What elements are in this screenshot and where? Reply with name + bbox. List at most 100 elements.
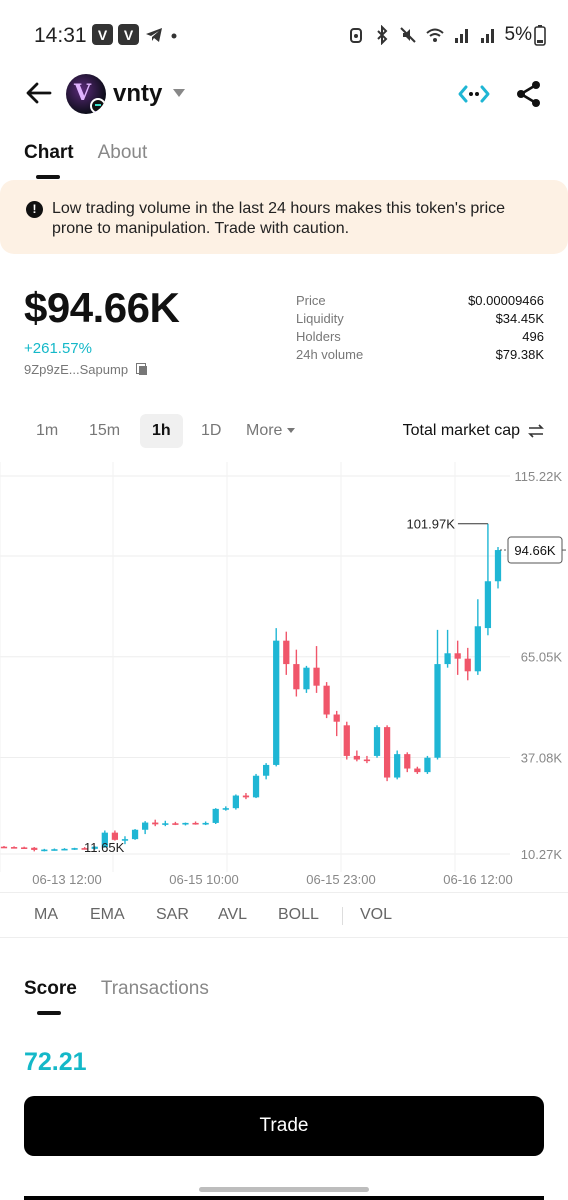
- tab-score[interactable]: Score: [24, 978, 77, 1015]
- candle-body: [444, 653, 451, 665]
- candle-body: [494, 550, 502, 582]
- candle-body: [323, 685, 330, 715]
- token-stats: Price $0.00009466 Liquidity $34.45K Holder…: [296, 293, 544, 365]
- current-price-label: 94.66K: [514, 543, 556, 558]
- market-cap-toggle[interactable]: Total market cap: [403, 414, 544, 448]
- system-status: 5%: [347, 24, 546, 46]
- warning-icon: !: [26, 201, 43, 218]
- timeframe-1d[interactable]: 1D: [189, 414, 233, 448]
- warning-text: Low trading volume in the last 24 hours …: [52, 200, 506, 237]
- token-avatar: V: [66, 74, 106, 114]
- tab-chart[interactable]: Chart: [24, 142, 74, 179]
- x-tick-label: 06-15 10:00: [169, 872, 238, 887]
- signal-icon: [454, 29, 468, 43]
- timeframe-1m[interactable]: 1m: [24, 414, 70, 448]
- tab-about[interactable]: About: [98, 142, 148, 164]
- token-dropdown-icon[interactable]: [173, 89, 185, 97]
- stat-row: Price $0.00009466: [296, 293, 544, 311]
- contract-address-text: 9Zp9zE...Sapump: [24, 362, 129, 377]
- candle-body: [404, 754, 411, 769]
- stat-row: 24h volume $79.38K: [296, 347, 544, 365]
- trade-button-shadow: [24, 1196, 544, 1200]
- solana-chain-icon: [90, 98, 106, 114]
- app-badge-icon: V: [118, 24, 139, 45]
- tab-transactions[interactable]: Transactions: [101, 978, 209, 1000]
- candle-body: [474, 626, 481, 672]
- back-arrow-icon[interactable]: [24, 78, 54, 108]
- candle-body: [313, 667, 320, 686]
- candle-body: [434, 664, 441, 758]
- candle-body: [222, 808, 229, 810]
- low-volume-warning: ! Low trading volume in the last 24 hour…: [0, 180, 568, 254]
- token-header: V vnty: [0, 70, 568, 120]
- indicator-boll[interactable]: BOLL: [278, 906, 319, 924]
- stat-label: 24h volume: [296, 347, 364, 362]
- candle-body: [0, 846, 8, 849]
- candle-body: [252, 775, 260, 798]
- status-bar: 14:31 V V 5%: [0, 0, 568, 70]
- candle-body: [394, 754, 401, 778]
- candle-body: [333, 714, 340, 722]
- high-price-label: 101.97K: [406, 517, 455, 532]
- candle-body: [232, 795, 240, 809]
- indicator-avl[interactable]: AVL: [218, 906, 247, 924]
- stat-row: Holders 496: [296, 329, 544, 347]
- candle-body: [424, 757, 431, 773]
- timeframe-more-label: More: [246, 422, 283, 439]
- link-icon[interactable]: [458, 82, 490, 106]
- candle-body: [303, 667, 310, 690]
- app-badge-icon: V: [92, 24, 113, 45]
- wifi-icon: [425, 28, 444, 42]
- stat-value: $0.00009466: [468, 293, 544, 308]
- copy-icon[interactable]: [136, 363, 148, 376]
- candle-body: [454, 653, 461, 659]
- candle-body: [353, 755, 360, 760]
- home-indicator[interactable]: [199, 1187, 369, 1192]
- stat-label: Price: [296, 293, 326, 308]
- stat-label: Holders: [296, 329, 341, 344]
- candlestick-chart[interactable]: 115.22K93.01K65.05K37.08K10.27K06-13 12:…: [0, 462, 568, 892]
- alarm-icon: [349, 28, 362, 43]
- indicator-vol[interactable]: VOL: [360, 906, 392, 924]
- indicator-ema[interactable]: EMA: [90, 906, 125, 924]
- contract-address[interactable]: 9Zp9zE...Sapump: [24, 362, 148, 377]
- candle-body: [152, 822, 159, 825]
- token-name[interactable]: vnty: [113, 80, 162, 108]
- candle-body: [484, 581, 492, 629]
- trade-button[interactable]: Trade: [24, 1096, 544, 1156]
- timeframe-15m[interactable]: 15m: [77, 414, 132, 448]
- bluetooth-icon: [376, 25, 387, 45]
- indicator-sar[interactable]: SAR: [156, 906, 189, 924]
- candle-body: [383, 727, 391, 778]
- candle-body: [373, 727, 381, 756]
- stat-label: Liquidity: [296, 311, 344, 326]
- timeframe-1h[interactable]: 1h: [140, 414, 183, 448]
- y-tick-label: 10.27K: [521, 847, 563, 862]
- indicator-ma[interactable]: MA: [34, 906, 58, 924]
- market-cap-toggle-label: Total market cap: [402, 422, 520, 439]
- candle-body: [464, 658, 471, 672]
- market-cap-value: $94.66K: [24, 284, 180, 331]
- timeframe-more[interactable]: More: [234, 414, 307, 448]
- price-chart[interactable]: 115.22K93.01K65.05K37.08K10.27K06-13 12:…: [0, 462, 568, 892]
- candle-body: [21, 847, 28, 850]
- candle-body: [202, 822, 209, 825]
- candle-body: [142, 822, 149, 830]
- candle-body: [283, 640, 290, 665]
- mute-icon: [399, 27, 416, 43]
- bottom-tabs: Score Transactions: [24, 978, 209, 1015]
- candle-body: [162, 823, 169, 825]
- candle-body: [293, 664, 300, 690]
- candle-body: [131, 829, 139, 840]
- candle-body: [172, 823, 179, 825]
- telegram-icon: [146, 27, 162, 42]
- candle-body: [51, 849, 58, 851]
- candle-body: [41, 849, 48, 852]
- y-tick-label: 115.22K: [515, 469, 563, 484]
- low-price-label: 11.65K: [84, 840, 125, 855]
- share-icon[interactable]: [515, 80, 543, 108]
- candle-body: [182, 822, 189, 825]
- notification-icons: V V: [92, 24, 179, 45]
- candle-body: [262, 764, 270, 776]
- token-avatar-letter: V: [74, 80, 92, 106]
